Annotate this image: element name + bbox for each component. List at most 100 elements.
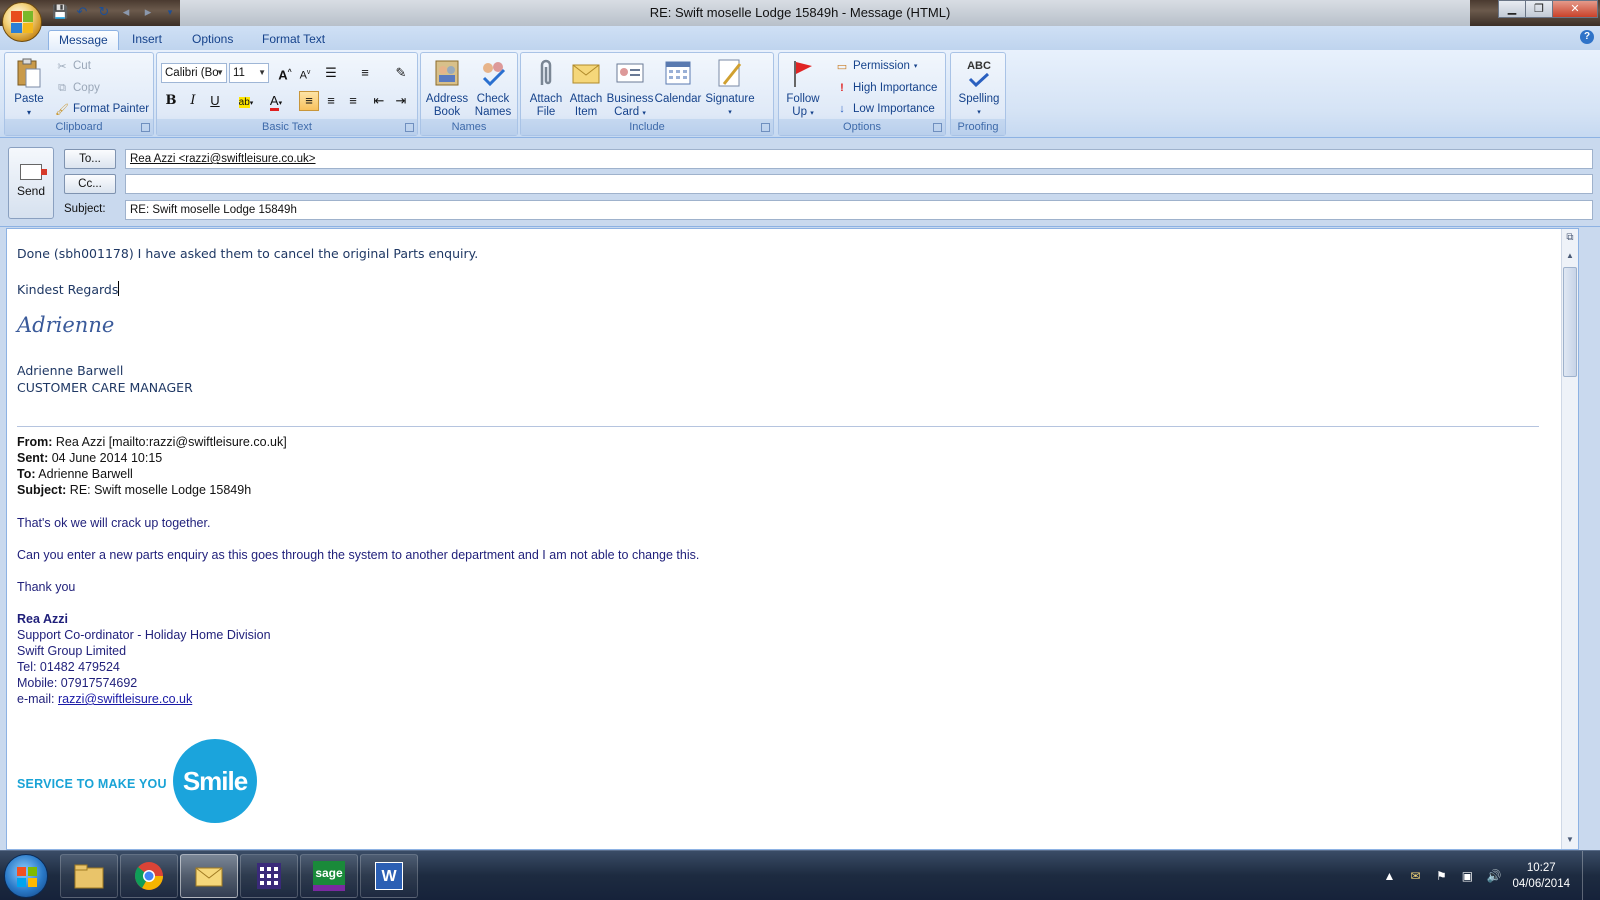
- send-button[interactable]: Send: [8, 147, 54, 219]
- include-launcher-icon[interactable]: [761, 123, 770, 132]
- signature-label: Signature: [705, 93, 755, 105]
- align-center-button[interactable]: ≡: [321, 91, 341, 111]
- back-icon[interactable]: ◂: [118, 4, 134, 20]
- basic-text-launcher-icon[interactable]: [405, 123, 414, 132]
- scrollbar-thumb[interactable]: [1563, 267, 1577, 377]
- copy-button[interactable]: ⧉ Copy: [55, 81, 100, 95]
- font-color-icon: A: [269, 93, 279, 111]
- format-painter-button[interactable]: 🖌 Format Painter: [55, 102, 149, 116]
- taskbar-sage[interactable]: sage: [300, 854, 358, 898]
- increase-indent-button[interactable]: ⇥: [391, 91, 411, 111]
- address-book-label-1: Address: [425, 93, 469, 105]
- word-icon: W: [375, 862, 403, 890]
- calendar-button[interactable]: Calendar: [653, 57, 703, 106]
- vertical-scrollbar[interactable]: ⧉ ▲ ▼: [1561, 229, 1578, 849]
- attach-item-button[interactable]: Attach Item: [563, 57, 609, 119]
- office-button[interactable]: [2, 2, 42, 42]
- low-importance-button[interactable]: ↓ Low Importance: [835, 102, 935, 116]
- decrease-indent-button[interactable]: ⇤: [369, 91, 389, 111]
- permission-button[interactable]: ▭ Permission ▾: [835, 59, 918, 73]
- numbering-button[interactable]: ≡: [355, 63, 375, 83]
- taskbar-calculator[interactable]: [240, 854, 298, 898]
- quoted-to: To: Adrienne Barwell: [17, 467, 133, 481]
- grow-font-button[interactable]: A^: [275, 63, 295, 83]
- undo-icon[interactable]: ↶: [74, 4, 90, 20]
- taskbar-outlook[interactable]: [180, 854, 238, 898]
- align-right-button[interactable]: ≡: [343, 91, 363, 111]
- bold-button[interactable]: B: [161, 91, 181, 111]
- save-icon[interactable]: 💾: [52, 4, 68, 20]
- redo-icon[interactable]: ↻: [96, 4, 112, 20]
- chevron-down-icon: ▼: [216, 68, 224, 77]
- follow-up-label-2: Up ▾: [792, 106, 814, 118]
- names-group: Address Book Check Names Names: [420, 52, 518, 136]
- font-name-select[interactable]: Calibri (Bo ▼: [161, 63, 227, 83]
- spelling-button[interactable]: ABC Spelling ▾: [953, 57, 1005, 119]
- split-icon[interactable]: ⧉: [1563, 231, 1577, 245]
- highlight-button[interactable]: ab▾: [233, 91, 259, 111]
- business-card-label-1: Business: [606, 93, 654, 105]
- maximize-button[interactable]: ❐: [1525, 0, 1553, 18]
- signature-button[interactable]: Signature ▾: [703, 57, 757, 119]
- customize-qat-icon[interactable]: ▾: [162, 4, 178, 20]
- bullets-button[interactable]: ☰: [321, 63, 341, 83]
- to-field[interactable]: Rea Azzi <razzi@swiftleisure.co.uk>: [125, 149, 1593, 169]
- volume-icon[interactable]: 🔊: [1486, 869, 1501, 883]
- start-button[interactable]: [4, 854, 48, 898]
- paste-button[interactable]: Paste ▾: [9, 57, 49, 119]
- taskbar-explorer[interactable]: [60, 854, 118, 898]
- check-names-button[interactable]: Check Names: [471, 57, 515, 119]
- cc-button[interactable]: Cc...: [64, 174, 116, 194]
- font-color-button[interactable]: A▾: [263, 91, 289, 111]
- clock[interactable]: 10:27 04/06/2014: [1512, 860, 1570, 892]
- show-hidden-icons-icon[interactable]: ▲: [1382, 869, 1396, 883]
- clipboard-launcher-icon[interactable]: [141, 123, 150, 132]
- taskbar-chrome[interactable]: [120, 854, 178, 898]
- high-importance-button[interactable]: ! High Importance: [835, 81, 937, 95]
- to-button[interactable]: To...: [64, 149, 116, 169]
- subject-field[interactable]: RE: Swift moselle Lodge 15849h: [125, 200, 1593, 220]
- scroll-down-icon[interactable]: ▼: [1563, 833, 1577, 847]
- underline-button[interactable]: U: [205, 91, 225, 111]
- italic-button[interactable]: I: [183, 91, 203, 111]
- tab-format-text[interactable]: Format Text: [252, 30, 335, 50]
- cut-button[interactable]: ✂ Cut: [55, 59, 91, 73]
- options-launcher-icon[interactable]: [933, 123, 942, 132]
- minimize-button[interactable]: ▁: [1498, 0, 1526, 18]
- font-size-value: 11: [233, 67, 245, 79]
- show-desktop-button[interactable]: [1582, 851, 1592, 900]
- action-center-flag-icon[interactable]: ⚑: [1434, 869, 1448, 883]
- tab-options[interactable]: Options: [182, 30, 243, 50]
- low-importance-label: Low Importance: [853, 103, 935, 115]
- system-tray: ▲ ✉ ⚑ ▣ 🔊 10:27 04/06/2014: [1382, 851, 1592, 900]
- tab-message[interactable]: Message: [48, 30, 119, 50]
- business-card-icon: [614, 57, 646, 89]
- address-book-button[interactable]: Address Book: [423, 57, 471, 119]
- network-icon[interactable]: ▣: [1460, 869, 1474, 883]
- cc-field[interactable]: [125, 174, 1593, 194]
- styles-button[interactable]: ✎: [391, 63, 411, 83]
- sig-tel: Tel: 01482 479524: [17, 660, 120, 674]
- calendar-label: Calendar: [654, 93, 702, 105]
- scroll-up-icon[interactable]: ▲: [1563, 249, 1577, 263]
- taskbar-word[interactable]: W: [360, 854, 418, 898]
- mail-notification-icon[interactable]: ✉: [1408, 869, 1422, 883]
- tab-insert[interactable]: Insert: [122, 30, 172, 50]
- follow-up-button[interactable]: Follow Up ▾: [781, 57, 825, 120]
- close-button[interactable]: ✕: [1552, 0, 1598, 18]
- window-title: RE: Swift moselle Lodge 15849h - Message…: [649, 5, 951, 20]
- to-recipient[interactable]: Rea Azzi <razzi@swiftleisure.co.uk>: [130, 153, 316, 165]
- font-size-select[interactable]: 11 ▼: [229, 63, 269, 83]
- cut-label: Cut: [73, 60, 91, 72]
- forward-icon[interactable]: ▸: [140, 4, 156, 20]
- align-left-button[interactable]: ≡: [299, 91, 319, 111]
- quoted-subject-value: RE: Swift moselle Lodge 15849h: [66, 483, 252, 497]
- clipboard-group-label: Clipboard: [5, 119, 153, 135]
- business-card-button[interactable]: Business Card ▾: [605, 57, 655, 120]
- calculator-icon: [257, 863, 281, 889]
- spelling-label: Spelling: [958, 93, 1000, 105]
- help-icon[interactable]: ?: [1580, 30, 1594, 44]
- email-link[interactable]: razzi@swiftleisure.co.uk: [58, 692, 192, 706]
- shrink-font-button[interactable]: Av: [295, 63, 315, 83]
- message-body[interactable]: Done (sbh001178) I have asked them to ca…: [6, 228, 1579, 850]
